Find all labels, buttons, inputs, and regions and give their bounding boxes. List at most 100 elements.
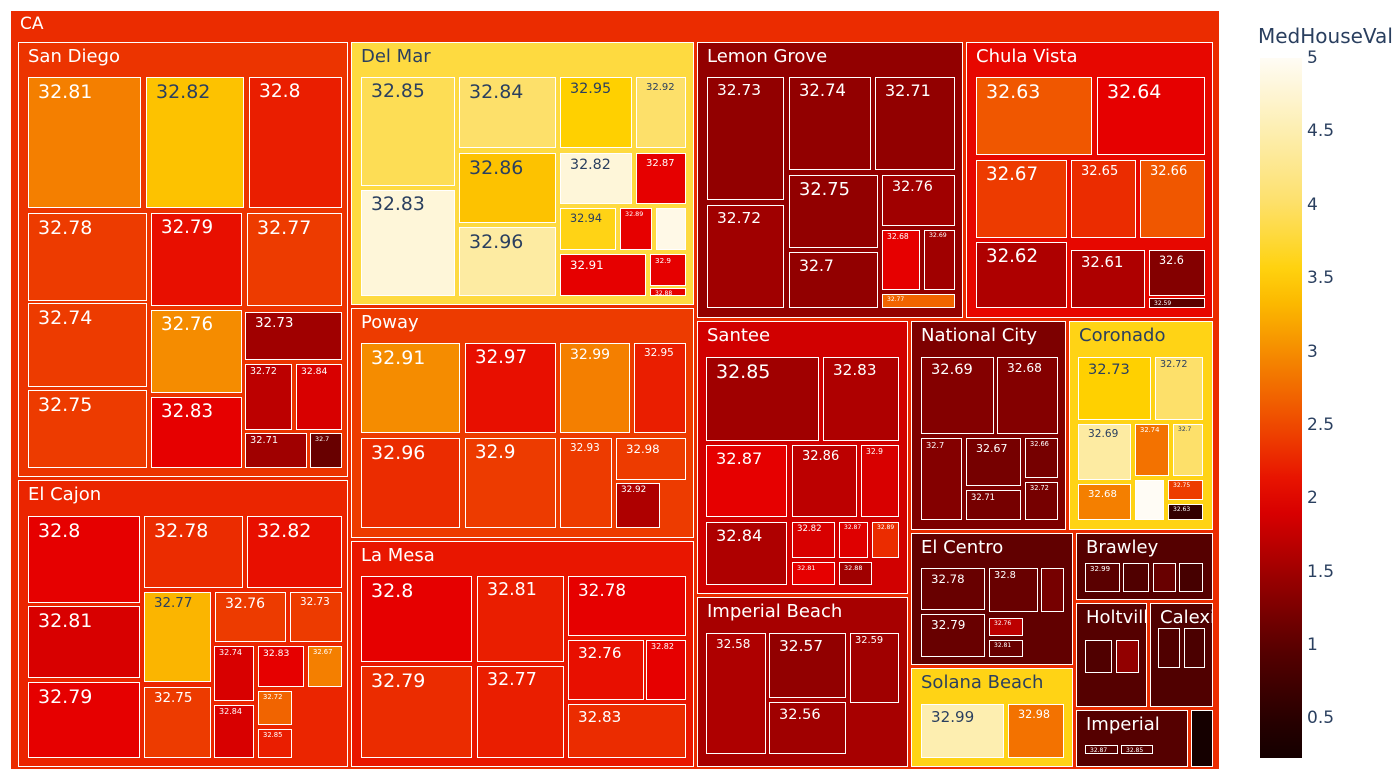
latitude-tile[interactable]: 32.75 — [144, 687, 211, 758]
latitude-tile[interactable]: 32.72 — [1155, 357, 1203, 420]
latitude-tile[interactable]: 32.78 — [28, 213, 147, 301]
latitude-tile[interactable]: 32.81 — [792, 562, 835, 585]
latitude-tile[interactable]: 32.67 — [976, 160, 1067, 238]
latitude-tile[interactable]: 32.71 — [875, 77, 955, 170]
latitude-tile[interactable]: 32.76 — [568, 640, 644, 700]
latitude-tile[interactable]: 32.99 — [1085, 563, 1120, 592]
latitude-tile[interactable]: 32.85 — [258, 729, 292, 758]
latitude-tile[interactable]: 32.99 — [921, 704, 1004, 758]
latitude-tile[interactable]: 32.8 — [361, 576, 472, 662]
latitude-tile[interactable]: 32.77 — [247, 213, 342, 306]
latitude-tile[interactable]: 32.83 — [258, 646, 304, 687]
latitude-tile[interactable]: 32.79 — [151, 213, 242, 306]
latitude-tile[interactable]: 32.57 — [769, 633, 846, 698]
city-tile[interactable]: Imperial — [1076, 710, 1188, 767]
latitude-tile[interactable]: 32.75 — [1168, 480, 1203, 500]
latitude-tile[interactable]: 32.75 — [789, 175, 878, 248]
latitude-tile[interactable] — [1123, 563, 1149, 592]
latitude-tile[interactable]: 32.63 — [976, 77, 1092, 155]
latitude-tile[interactable]: 32.65 — [1071, 160, 1136, 238]
latitude-tile[interactable]: 32.99 — [560, 343, 630, 433]
latitude-tile[interactable]: 32.76 — [151, 310, 242, 393]
latitude-tile[interactable]: 32.87 — [1085, 745, 1118, 754]
latitude-tile[interactable]: 32.7 — [1173, 424, 1203, 476]
latitude-tile[interactable]: 32.58 — [706, 633, 766, 754]
latitude-tile[interactable] — [1041, 568, 1064, 612]
latitude-tile[interactable]: 32.69 — [924, 230, 955, 290]
latitude-tile[interactable]: 32.81 — [477, 576, 564, 662]
latitude-tile[interactable]: 32.93 — [560, 438, 612, 528]
latitude-tile[interactable]: 32.72 — [707, 205, 784, 308]
latitude-tile[interactable]: 32.76 — [882, 175, 955, 226]
latitude-tile[interactable]: 32.94 — [560, 208, 616, 250]
latitude-tile[interactable]: 32.84 — [706, 522, 787, 585]
latitude-tile[interactable]: 32.72 — [245, 364, 292, 430]
latitude-tile[interactable]: 32.67 — [966, 438, 1021, 486]
latitude-tile[interactable]: 32.84 — [214, 705, 254, 758]
latitude-tile[interactable]: 32.7 — [921, 438, 962, 520]
latitude-tile[interactable] — [1135, 480, 1164, 520]
latitude-tile[interactable]: 32.85 — [361, 77, 455, 186]
latitude-tile[interactable]: 32.59 — [1149, 298, 1205, 308]
latitude-tile[interactable]: 32.88 — [839, 562, 872, 585]
latitude-tile[interactable]: 32.82 — [792, 522, 835, 558]
latitude-tile[interactable]: 32.56 — [769, 702, 846, 754]
latitude-tile[interactable]: 32.73 — [245, 312, 342, 360]
latitude-tile[interactable]: 32.71 — [245, 433, 307, 468]
latitude-tile[interactable]: 32.83 — [823, 357, 899, 441]
latitude-tile[interactable]: 32.7 — [789, 252, 878, 308]
latitude-tile[interactable]: 32.78 — [144, 516, 243, 588]
latitude-tile[interactable] — [1184, 628, 1205, 668]
latitude-tile[interactable]: 32.74 — [1135, 424, 1169, 476]
latitude-tile[interactable]: 32.81 — [28, 606, 140, 678]
latitude-tile[interactable]: 32.82 — [247, 516, 342, 588]
latitude-tile[interactable]: 32.74 — [28, 303, 147, 387]
city-tile[interactable] — [1191, 710, 1213, 767]
latitude-tile[interactable] — [656, 208, 686, 250]
latitude-tile[interactable]: 32.59 — [850, 633, 899, 703]
latitude-tile[interactable]: 32.82 — [646, 640, 686, 700]
latitude-tile[interactable]: 32.66 — [1025, 438, 1058, 478]
latitude-tile[interactable]: 32.64 — [1097, 77, 1205, 155]
latitude-tile[interactable]: 32.75 — [28, 390, 147, 468]
latitude-tile[interactable]: 32.96 — [459, 227, 556, 296]
latitude-tile[interactable] — [1179, 563, 1203, 592]
latitude-tile[interactable]: 32.81 — [989, 640, 1023, 657]
latitude-tile[interactable]: 32.81 — [28, 77, 141, 208]
latitude-tile[interactable]: 32.96 — [361, 438, 460, 528]
latitude-tile[interactable]: 32.7 — [310, 433, 342, 468]
latitude-tile[interactable]: 32.89 — [872, 522, 899, 558]
latitude-tile[interactable]: 32.98 — [616, 438, 686, 480]
latitude-tile[interactable]: 32.91 — [560, 254, 646, 296]
latitude-tile[interactable] — [1153, 563, 1176, 592]
latitude-tile[interactable]: 32.66 — [1140, 160, 1205, 238]
latitude-tile[interactable]: 32.74 — [214, 646, 254, 701]
latitude-tile[interactable]: 32.85 — [1121, 745, 1153, 754]
latitude-tile[interactable]: 32.86 — [792, 445, 857, 517]
latitude-tile[interactable]: 32.9 — [650, 254, 686, 286]
latitude-tile[interactable]: 32.68 — [1078, 484, 1131, 520]
latitude-tile[interactable]: 32.77 — [477, 666, 564, 758]
latitude-tile[interactable]: 32.82 — [146, 77, 244, 208]
latitude-tile[interactable] — [1158, 628, 1180, 668]
latitude-tile[interactable]: 32.84 — [459, 77, 556, 148]
latitude-tile[interactable]: 32.6 — [1149, 250, 1205, 296]
latitude-tile[interactable]: 32.63 — [1168, 504, 1203, 520]
latitude-tile[interactable] — [1116, 640, 1139, 673]
latitude-tile[interactable]: 32.74 — [789, 77, 871, 170]
latitude-tile[interactable]: 32.8 — [28, 516, 140, 603]
latitude-tile[interactable]: 32.73 — [707, 77, 784, 200]
latitude-tile[interactable]: 32.8 — [989, 568, 1038, 612]
latitude-tile[interactable]: 32.77 — [882, 294, 955, 308]
latitude-tile[interactable]: 32.79 — [361, 666, 472, 758]
latitude-tile[interactable]: 32.72 — [1025, 482, 1058, 520]
latitude-tile[interactable]: 32.76 — [215, 592, 286, 642]
latitude-tile[interactable]: 32.73 — [1078, 357, 1151, 420]
latitude-tile[interactable]: 32.87 — [839, 522, 868, 558]
latitude-tile[interactable]: 32.79 — [921, 614, 985, 657]
latitude-tile[interactable]: 32.69 — [921, 357, 994, 434]
latitude-tile[interactable]: 32.97 — [465, 343, 556, 433]
latitude-tile[interactable]: 32.69 — [1078, 424, 1131, 480]
latitude-tile[interactable]: 32.68 — [997, 357, 1058, 434]
latitude-tile[interactable]: 32.91 — [361, 343, 460, 433]
